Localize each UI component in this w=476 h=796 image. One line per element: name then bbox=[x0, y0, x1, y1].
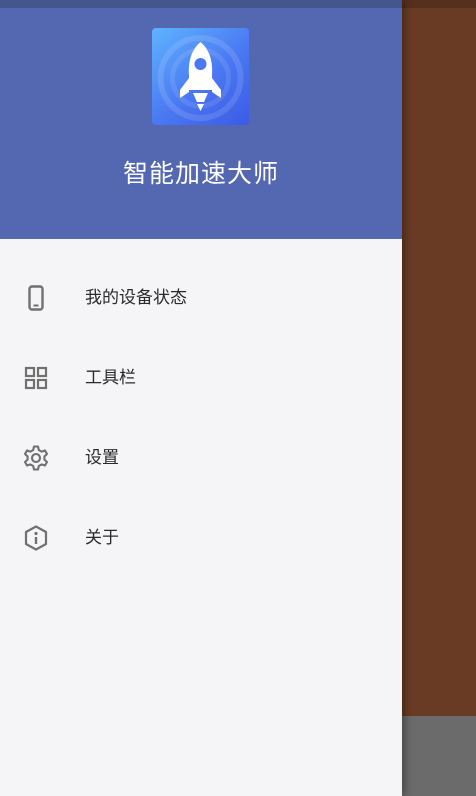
background-app-bottom-bar[interactable] bbox=[400, 716, 476, 796]
menu-item-label: 我的设备状态 bbox=[85, 288, 187, 308]
menu-item-label: 工具栏 bbox=[85, 368, 136, 388]
menu-item-device-status[interactable]: 我的设备状态 bbox=[0, 258, 402, 338]
gear-icon bbox=[22, 444, 50, 472]
status-bar bbox=[0, 0, 476, 8]
rocket-icon bbox=[157, 35, 244, 121]
info-hexagon-icon bbox=[22, 524, 50, 552]
app-logo bbox=[152, 28, 249, 125]
app-name: 智能加速大师 bbox=[122, 159, 279, 188]
menu-item-about[interactable]: 关于 bbox=[0, 498, 402, 578]
menu-item-label: 设置 bbox=[85, 448, 119, 468]
background-app-content[interactable] bbox=[400, 0, 476, 716]
drawer-menu: 我的设备状态 工具栏 设置 关于 bbox=[0, 258, 402, 578]
menu-item-settings[interactable]: 设置 bbox=[0, 418, 402, 498]
screen: 智能加速大师 我的设备状态 工具栏 设置 关于 bbox=[0, 0, 476, 796]
grid-icon bbox=[22, 364, 50, 392]
drawer-header: 智能加速大师 bbox=[0, 0, 402, 239]
menu-item-toolbar[interactable]: 工具栏 bbox=[0, 338, 402, 418]
phone-icon bbox=[22, 284, 50, 312]
navigation-drawer: 智能加速大师 我的设备状态 工具栏 设置 关于 bbox=[0, 0, 402, 796]
menu-item-label: 关于 bbox=[85, 528, 119, 548]
